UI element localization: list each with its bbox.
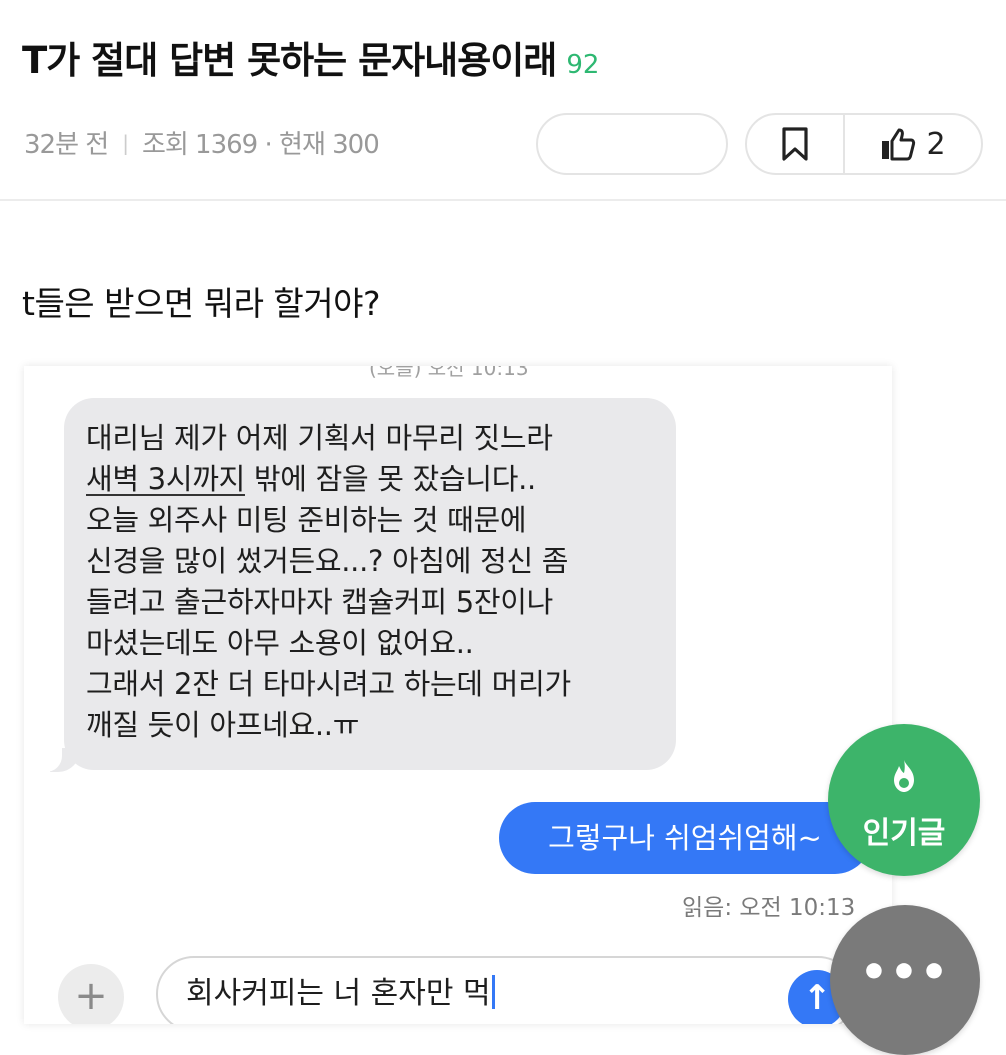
message-line: 새벽 3시까지 밖에 잠을 못 잤습니다.. (86, 459, 654, 500)
post-actions: 2 (745, 113, 983, 175)
post-body-text: t들은 받으면 뭐라 할거야? (22, 284, 381, 323)
message-line: 오늘 외주사 미팅 준비하는 것 때문에 (86, 503, 527, 537)
popular-posts-button[interactable]: 인기글 (828, 724, 980, 876)
meta-separator: | (122, 131, 129, 155)
outgoing-message-bubble: 그렇구나 쉬엄쉬엄해~ (499, 802, 871, 874)
flame-icon (894, 760, 914, 792)
chat-timestamp: (오늘) 오전 10:13 (369, 366, 529, 380)
message-line: 마셨는데도 아무 소용이 없어요.. (86, 626, 474, 660)
like-count: 2 (926, 126, 946, 162)
post-title: T가 절대 답변 못하는 문자내용이래 92 (22, 30, 599, 84)
message-line: 깨질 듯이 아프네요..ㅠ (86, 708, 360, 742)
header-divider (0, 199, 1006, 201)
message-input[interactable]: 회사커피는 너 혼자만 먹 (156, 956, 856, 1024)
more-dots-icon: ••• (859, 947, 951, 998)
post-views: 조회 1369 (141, 130, 258, 160)
message-line: 신경을 많이 썼거든요...? 아침에 정신 좀 (86, 544, 569, 578)
message-line: 들려고 출근하자마자 캡슐커피 5잔이나 (86, 585, 553, 619)
incoming-message-bubble: 대리님 제가 어제 기획서 마무리 짓느라 새벽 3시까지 밖에 잠을 못 잤습… (38, 398, 676, 772)
more-options-button[interactable]: ••• (830, 905, 980, 1055)
underlined-text: 새벽 3시까지 (86, 462, 245, 496)
thumbs-up-icon (882, 128, 916, 161)
read-receipt: 읽음: 오전 10:13 (682, 895, 856, 921)
popular-posts-label: 인기글 (862, 816, 946, 851)
comment-count[interactable]: 92 (566, 50, 599, 80)
add-attachment-button[interactable]: + (58, 964, 124, 1024)
post-time: 32분 전 (24, 130, 109, 160)
bookmark-icon (782, 127, 808, 161)
text-caret (491, 975, 495, 1009)
bookmark-button[interactable] (747, 115, 845, 173)
post-title-text: T가 절대 답변 못하는 문자내용이래 (22, 39, 557, 82)
message-line-rest: 밖에 잠을 못 잤습니다.. (244, 462, 536, 496)
like-button[interactable]: 2 (845, 127, 981, 162)
post-current-viewers: · 현재 300 (264, 130, 380, 160)
blank-pill-button[interactable] (536, 113, 728, 175)
chat-screenshot: (오늘) 오전 10:13 대리님 제가 어제 기획서 마무리 짓느라 새벽 3… (24, 366, 892, 1024)
message-input-text: 회사커피는 너 혼자만 먹 (186, 976, 491, 1011)
message-line: 그래서 2잔 더 타마시려고 하는데 머리가 (86, 667, 571, 701)
message-line: 대리님 제가 어제 기획서 마무리 짓느라 (86, 421, 553, 455)
post-meta: 32분 전 | 조회 1369 · 현재 300 (24, 124, 380, 161)
